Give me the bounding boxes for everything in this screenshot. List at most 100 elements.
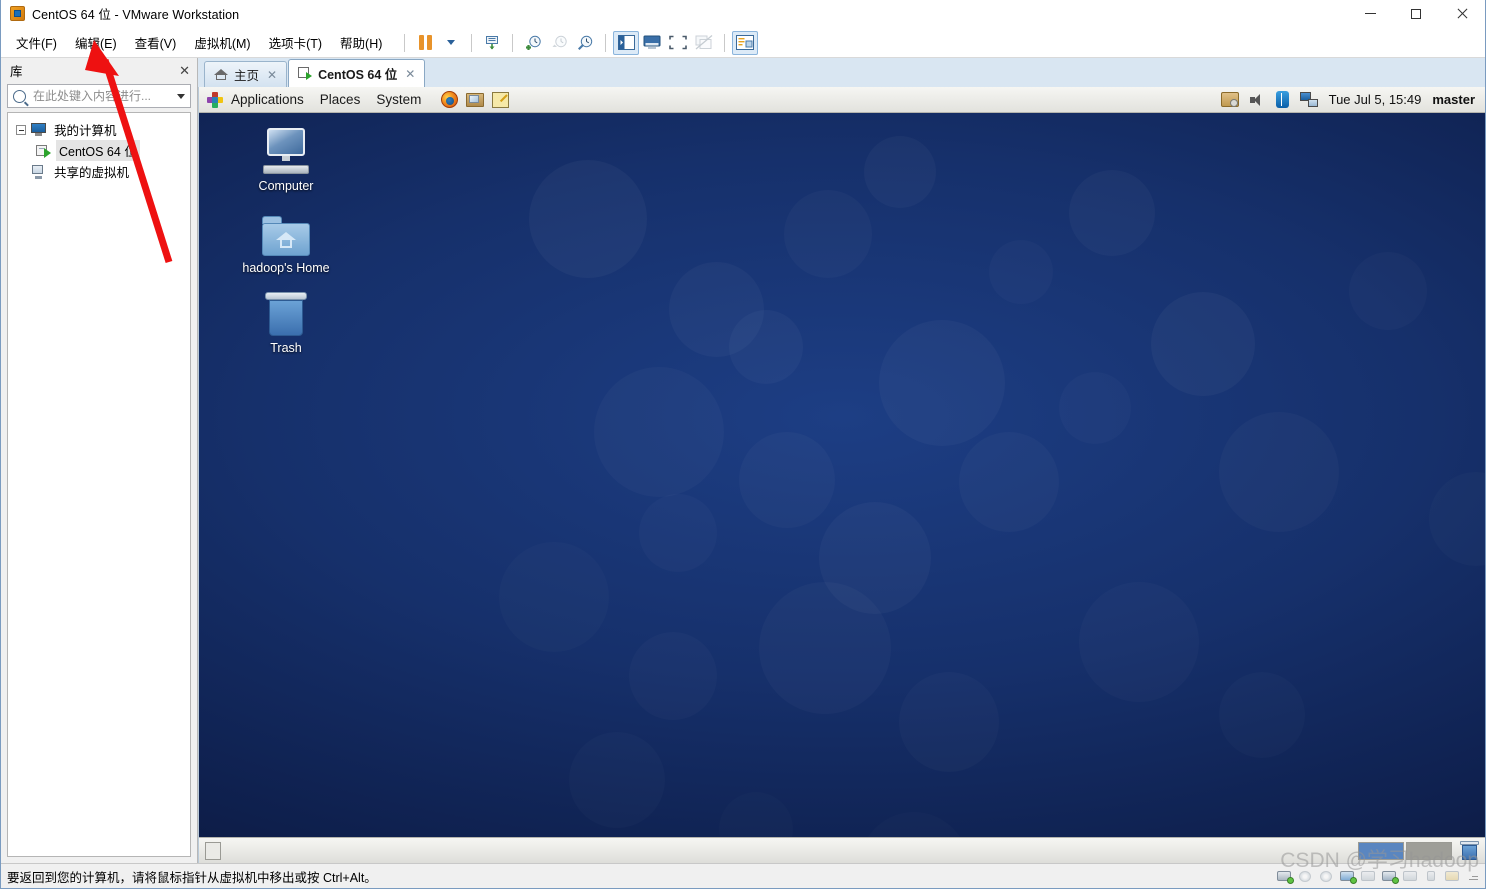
sound-card-device[interactable] bbox=[1382, 870, 1399, 884]
show-desktop-button[interactable] bbox=[205, 841, 221, 860]
virtual-machine-icon bbox=[298, 67, 313, 80]
vmware-logo-icon bbox=[10, 6, 25, 21]
cdrom-device-2[interactable] bbox=[1319, 870, 1335, 883]
vm-guest-screen[interactable]: Applications Places System Tue Jul 5, 15… bbox=[198, 87, 1485, 863]
unity-mode-button[interactable] bbox=[691, 31, 717, 55]
menu-edit[interactable]: 编辑(E) bbox=[66, 29, 126, 56]
toolbar-separator bbox=[605, 33, 607, 52]
wallpaper-bokeh bbox=[569, 732, 665, 828]
menu-view[interactable]: 查看(V) bbox=[126, 29, 186, 56]
status-bar: 要返回到您的计算机，请将鼠标指针从虚拟机中移出或按 Ctrl+Alt。 bbox=[1, 863, 1485, 888]
revert-snapshot-button[interactable] bbox=[546, 31, 572, 55]
bluetooth-icon[interactable] bbox=[1275, 91, 1289, 108]
menu-tabs[interactable]: 选项卡(T) bbox=[260, 29, 331, 56]
gnome-panel-right bbox=[1358, 841, 1479, 860]
desktop-icon-label: Trash bbox=[270, 341, 302, 355]
take-snapshot-button[interactable] bbox=[520, 31, 546, 55]
workspace-1[interactable] bbox=[1358, 841, 1404, 860]
usb-device[interactable] bbox=[1424, 870, 1440, 883]
home-icon bbox=[214, 68, 228, 81]
wallpaper-bokeh bbox=[1219, 672, 1305, 758]
power-dropdown-button[interactable] bbox=[438, 31, 464, 55]
menu-bar: 文件(F) 编辑(E) 查看(V) 虚拟机(M) 选项卡(T) 帮助(H) bbox=[1, 28, 1485, 58]
tab-centos-vm[interactable]: CentOS 64 位 ✕ bbox=[288, 59, 426, 87]
wallpaper-bokeh bbox=[739, 432, 835, 528]
minimize-button[interactable] bbox=[1347, 0, 1393, 27]
desktop-icon-computer[interactable]: Computer bbox=[231, 122, 341, 194]
library-close-icon[interactable]: ✕ bbox=[179, 64, 190, 77]
camera-device[interactable] bbox=[1403, 870, 1419, 883]
workspace-switcher[interactable] bbox=[1358, 841, 1452, 860]
tab-label: 主页 bbox=[234, 69, 260, 83]
snapshot-manager-button[interactable] bbox=[572, 31, 598, 55]
library-header: 库 ✕ bbox=[1, 58, 197, 82]
wallpaper-bokeh bbox=[1069, 170, 1155, 256]
shared-folder-device[interactable] bbox=[1445, 870, 1461, 883]
guest-menu-system[interactable]: System bbox=[368, 89, 429, 110]
suspend-button[interactable] bbox=[412, 31, 438, 55]
package-update-icon[interactable] bbox=[1220, 92, 1239, 107]
tab-home[interactable]: 主页 ✕ bbox=[204, 61, 288, 87]
expander-icon[interactable] bbox=[16, 124, 26, 135]
resize-grip[interactable] bbox=[1466, 870, 1479, 883]
firefox-icon[interactable] bbox=[441, 91, 459, 108]
printer-device[interactable] bbox=[1361, 870, 1377, 883]
full-screen-button[interactable] bbox=[665, 31, 691, 55]
wallpaper-bokeh bbox=[729, 310, 803, 384]
monitor-icon bbox=[31, 123, 46, 136]
menu-file[interactable]: 文件(F) bbox=[7, 29, 66, 56]
text-editor-icon[interactable] bbox=[492, 91, 510, 108]
mail-icon[interactable] bbox=[466, 92, 485, 107]
close-button[interactable] bbox=[1439, 0, 1485, 27]
speaker-icon[interactable] bbox=[1249, 93, 1265, 107]
guest-menu-applications[interactable]: Applications bbox=[223, 89, 312, 110]
trash-icon[interactable] bbox=[1460, 841, 1479, 860]
computer-icon bbox=[231, 122, 341, 174]
search-input[interactable] bbox=[31, 88, 172, 104]
maximize-button[interactable] bbox=[1393, 0, 1439, 27]
snapshot-manager-icon bbox=[577, 35, 593, 50]
tree-item-my-computer[interactable]: 我的计算机 bbox=[8, 119, 190, 140]
menu-help[interactable]: 帮助(H) bbox=[331, 29, 391, 56]
wallpaper-bokeh bbox=[759, 582, 891, 714]
main-body: 库 ✕ 我的计算机 CentOS 64 位 bbox=[1, 58, 1485, 863]
desktop-icon-home[interactable]: hadoop's Home bbox=[231, 204, 341, 276]
keyboard-send-icon bbox=[486, 35, 499, 49]
show-thumbnails-button[interactable] bbox=[732, 30, 759, 55]
wallpaper-bokeh bbox=[639, 494, 717, 572]
tree-item-label: 我的计算机 bbox=[54, 124, 117, 138]
thumbnail-bar-icon bbox=[736, 35, 755, 50]
hard-disk-device[interactable] bbox=[1277, 870, 1294, 884]
close-icon[interactable]: ✕ bbox=[267, 69, 277, 81]
network-icon[interactable] bbox=[1299, 92, 1318, 107]
close-icon[interactable]: ✕ bbox=[405, 68, 415, 80]
wallpaper-bokeh bbox=[529, 160, 647, 278]
wallpaper-bokeh bbox=[499, 542, 609, 652]
tree-item-centos-vm[interactable]: CentOS 64 位 bbox=[8, 140, 190, 161]
guest-desktop[interactable]: Computer hadoop's Home Trash bbox=[199, 112, 1485, 837]
desktop-icon-trash[interactable]: Trash bbox=[231, 284, 341, 356]
network-adapter-device[interactable] bbox=[1340, 870, 1357, 884]
desktop-icon-label: Computer bbox=[258, 179, 314, 193]
gnome-bottom-panel bbox=[199, 837, 1485, 863]
clock[interactable]: Tue Jul 5, 15:49 bbox=[1329, 92, 1422, 107]
tree-item-shared-vms[interactable]: 共享的虚拟机 bbox=[8, 161, 190, 182]
minimize-icon bbox=[1364, 13, 1376, 14]
console-view-button[interactable] bbox=[639, 31, 665, 55]
library-search-box[interactable] bbox=[7, 84, 191, 108]
pause-icon bbox=[418, 35, 432, 50]
chevron-down-icon[interactable] bbox=[177, 93, 185, 99]
wallpaper-bokeh bbox=[864, 136, 936, 208]
menu-vm[interactable]: 虚拟机(M) bbox=[185, 29, 259, 56]
user-menu[interactable]: master bbox=[1432, 92, 1475, 107]
cdrom-device-1[interactable] bbox=[1298, 870, 1314, 883]
guest-menu-places[interactable]: Places bbox=[312, 89, 369, 110]
show-library-button[interactable] bbox=[613, 30, 640, 55]
send-ctrl-alt-del-button[interactable] bbox=[479, 31, 505, 55]
gnome-panel-left: Applications Places System bbox=[199, 89, 510, 110]
content-pane: 主页 ✕ CentOS 64 位 ✕ Applications Places S… bbox=[198, 58, 1485, 863]
tab-label: CentOS 64 位 bbox=[318, 68, 398, 82]
toolbar-separator bbox=[404, 33, 406, 52]
workspace-2[interactable] bbox=[1406, 841, 1452, 860]
virtual-machine-icon bbox=[36, 144, 51, 158]
